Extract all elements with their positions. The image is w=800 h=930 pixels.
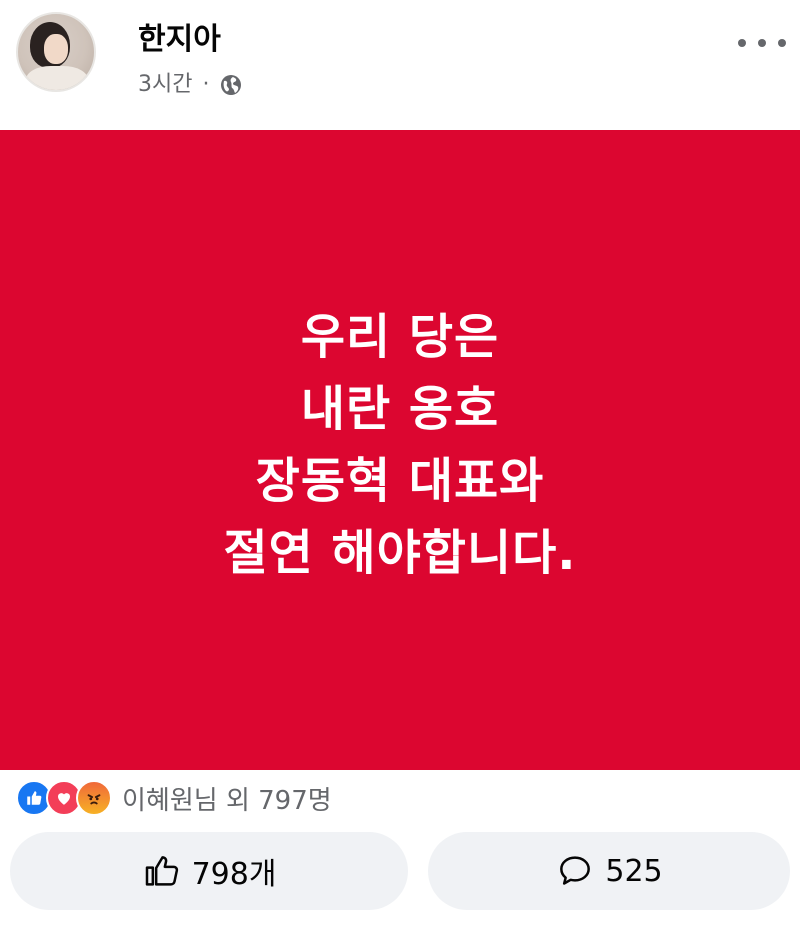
post-text-line: 우리 당은	[300, 309, 500, 365]
reaction-icons	[16, 780, 112, 816]
facebook-post: 한지아 3시간 · 우리 당은 내란 옹호 장동혁 대표와 절연 해야합니다.	[0, 0, 800, 930]
post-text-line: 장동혁 대표와	[255, 453, 545, 509]
meta-separator: ·	[202, 72, 210, 97]
reactions-summary[interactable]: 이혜원님 외 797명	[16, 778, 332, 818]
reactions-summary-text: 이혜원님 외 797명	[122, 785, 332, 816]
post-text-line: 내란 옹호	[300, 381, 500, 437]
post-time[interactable]: 3시간	[138, 70, 192, 100]
comment-button[interactable]: 525	[428, 832, 790, 910]
author-name[interactable]: 한지아	[138, 20, 221, 60]
post-meta: 3시간 ·	[138, 70, 243, 100]
more-dot	[758, 39, 766, 47]
thumbs-up-icon	[145, 856, 178, 886]
post-image-text: 우리 당은 내란 옹호 장동혁 대표와 절연 해야합니다.	[223, 301, 576, 589]
post-text-line: 절연 해야합니다.	[223, 525, 577, 581]
avatar-body	[26, 66, 88, 90]
like-count: 798개	[191, 857, 277, 892]
more-dot	[778, 39, 786, 47]
globe-icon[interactable]	[219, 73, 243, 97]
comment-count: 525	[605, 853, 663, 889]
comment-icon	[560, 856, 591, 885]
more-dot	[738, 39, 746, 47]
like-button[interactable]: 798개	[10, 832, 408, 910]
more-options-button[interactable]	[738, 28, 786, 58]
avatar-face	[44, 34, 68, 64]
post-image[interactable]: 우리 당은 내란 옹호 장동혁 대표와 절연 해야합니다.	[0, 130, 800, 770]
author-avatar[interactable]	[16, 12, 96, 92]
angry-reaction-icon	[76, 780, 112, 816]
post-header: 한지아 3시간 ·	[0, 0, 800, 130]
